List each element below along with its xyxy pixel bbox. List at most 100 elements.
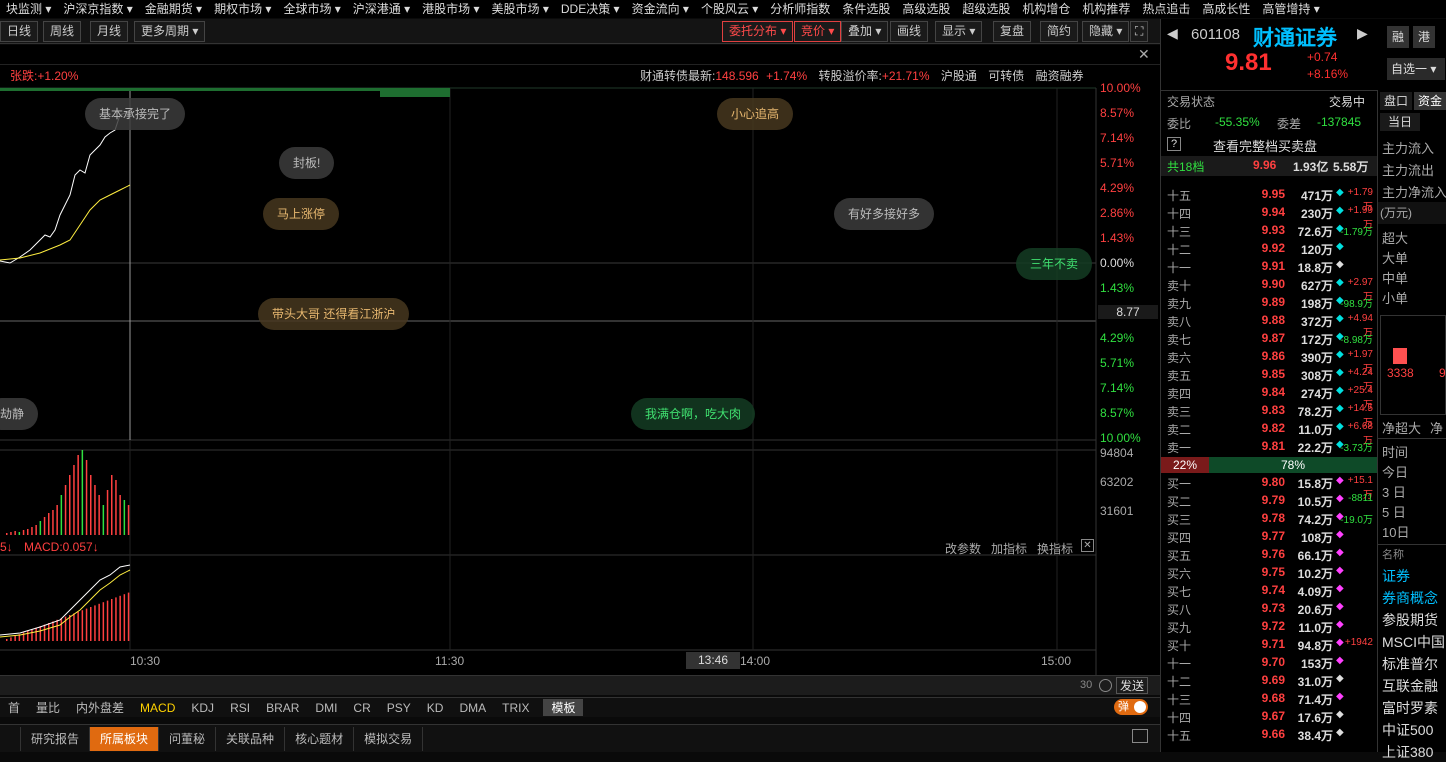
entrust-distribution-button[interactable]: 委托分布 ▾ xyxy=(722,21,794,42)
menu-item[interactable]: 高管增持 ▾ xyxy=(1256,0,1325,18)
month-button[interactable]: 月线 xyxy=(90,21,129,42)
menu-item[interactable]: 超级选股 xyxy=(956,0,1016,18)
orderbook-row[interactable]: 十五 9.95 471万 ◆ +1.79万 xyxy=(1161,187,1377,213)
sector-item[interactable]: 参股期货 xyxy=(1382,610,1438,630)
orderbook-row[interactable]: 买六 9.75 10.2万 ◆ xyxy=(1161,565,1377,583)
orderbook-row[interactable]: 十四 9.67 17.6万 ◆ xyxy=(1161,709,1377,727)
sector-item[interactable]: 标准普尔 xyxy=(1382,654,1438,674)
indicator-tab[interactable]: CR xyxy=(345,701,378,715)
comment-bubble[interactable]: 马上涨停 xyxy=(263,198,340,230)
orderbook-row[interactable]: 十一 9.91 18.8万 ◆ xyxy=(1161,259,1377,277)
indicator-tab[interactable]: DMI xyxy=(307,701,345,715)
orderbook-row[interactable]: 买四 9.77 108万 ◆ xyxy=(1161,529,1377,547)
indicator-tab[interactable]: 模板 xyxy=(543,699,584,716)
close-icon[interactable]: ✕ xyxy=(1138,46,1150,63)
info-tab[interactable]: 核心题材 xyxy=(285,726,355,751)
menu-item[interactable]: 沪深京指数 ▾ xyxy=(57,0,138,18)
sector-item[interactable]: MSCI中国 xyxy=(1382,632,1445,652)
orderbook-row[interactable]: 十四 9.94 230万 ◆ +1.99万 xyxy=(1161,205,1377,231)
orderbook-row[interactable]: 买二 9.79 10.5万 ◆ -8811 xyxy=(1161,493,1377,511)
indicator-tab[interactable]: RSI xyxy=(222,701,258,715)
orderbook-row[interactable]: 买十 9.71 94.8万 ◆ +1942 xyxy=(1161,637,1377,655)
indicator-tab[interactable]: 首 xyxy=(0,699,28,716)
margin-badge[interactable]: 融 xyxy=(1387,26,1409,48)
orderbook-row[interactable]: 买七 9.74 4.09万 ◆ xyxy=(1161,583,1377,601)
menu-item[interactable]: 美股市场 ▾ xyxy=(486,0,555,18)
hk-badge[interactable]: 港 xyxy=(1413,26,1435,48)
orderbook-row[interactable]: 买三 9.78 74.2万 ◆ -19.0万 xyxy=(1161,511,1377,529)
orderbook-row[interactable]: 十五 9.66 38.4万 ◆ xyxy=(1161,727,1377,745)
bid-button[interactable]: 竞价 ▾ xyxy=(794,21,842,42)
help-icon[interactable]: ? xyxy=(1167,137,1181,151)
hgt-link[interactable]: 沪股通 xyxy=(941,69,977,83)
comment-bubble[interactable]: 三年不卖 xyxy=(1016,248,1093,280)
display-button[interactable]: 显示 ▾ xyxy=(935,21,983,42)
prev-stock-icon[interactable]: ◀ xyxy=(1167,25,1178,42)
emoji-icon[interactable] xyxy=(1099,679,1112,692)
sector-item[interactable]: 上证380 xyxy=(1382,742,1433,762)
menu-item[interactable]: 块监测 ▾ xyxy=(0,0,57,18)
orderbook-row[interactable]: 卖七 9.87 172万 ◆ -8.98万 xyxy=(1161,331,1377,349)
menu-item[interactable]: 分析师指数 xyxy=(764,0,836,18)
menu-item[interactable]: 港股市场 ▾ xyxy=(416,0,485,18)
orderbook-row[interactable]: 卖四 9.84 274万 ◆ +25.4万 xyxy=(1161,385,1377,411)
menu-item[interactable]: 条件选股 xyxy=(836,0,896,18)
expand-icon[interactable]: ⛶ xyxy=(1130,21,1149,42)
orderbook-row[interactable]: 卖三 9.83 78.2万 ◆ +14.5万 xyxy=(1161,403,1377,429)
menu-item[interactable]: 机构推荐 xyxy=(1076,0,1136,18)
comment-bubble[interactable]: 封板! xyxy=(279,147,335,179)
info-tab[interactable]: 研究报告 xyxy=(21,726,91,751)
popup-toggle[interactable]: 弹 xyxy=(1114,699,1148,715)
comment-bubble[interactable]: 我满仓啊，吃大肉 xyxy=(631,398,756,430)
view-full-book-link[interactable]: 查看完整档买卖盘 xyxy=(1213,136,1317,155)
orderbook-row[interactable]: 十二 9.69 31.0万 ◆ xyxy=(1161,673,1377,691)
menu-item[interactable]: 热点追击 xyxy=(1136,0,1196,18)
menu-item[interactable]: 高级选股 xyxy=(896,0,956,18)
orderbook-row[interactable]: 卖六 9.86 390万 ◆ +1.97万 xyxy=(1161,349,1377,375)
info-tab[interactable]: 所属板块 xyxy=(90,726,160,751)
orderbook-row[interactable]: 卖八 9.88 372万 ◆ +4.94万 xyxy=(1161,313,1377,339)
indicator-tab[interactable]: KDJ xyxy=(183,701,222,715)
indicator-tab[interactable]: 内外盘差 xyxy=(68,699,132,716)
replay-button[interactable]: 复盘 xyxy=(993,21,1032,42)
orderbook-row[interactable]: 买一 9.80 15.8万 ◆ +15.1万 xyxy=(1161,475,1377,501)
indicator-tab[interactable]: MACD xyxy=(132,701,183,715)
adjust-params-button[interactable]: 改参数 xyxy=(945,540,981,557)
tab-capital[interactable]: 资金 xyxy=(1414,92,1446,110)
menu-item[interactable]: 高成长性 xyxy=(1196,0,1256,18)
sector-item[interactable]: 富时罗素 xyxy=(1382,698,1438,718)
menu-item[interactable]: DDE决策 ▾ xyxy=(555,0,626,18)
orderbook-row[interactable]: 卖九 9.89 198万 ◆ -98.9万 xyxy=(1161,295,1377,313)
indicator-tab[interactable]: KD xyxy=(419,701,452,715)
orderbook-row[interactable]: 卖二 9.82 11.0万 ◆ +6.68万 xyxy=(1161,421,1377,447)
day-button[interactable]: 日线 xyxy=(0,21,39,42)
orderbook-row[interactable]: 卖五 9.85 308万 ◆ +4.24万 xyxy=(1161,367,1377,393)
orderbook-row[interactable]: 卖十 9.90 627万 ◆ +2.97万 xyxy=(1161,277,1377,303)
orderbook-row[interactable]: 十二 9.92 120万 ◆ xyxy=(1161,241,1377,259)
tab-orderbook[interactable]: 盘口 xyxy=(1380,92,1412,110)
tab-today[interactable]: 当日 xyxy=(1380,113,1420,131)
window-icon[interactable] xyxy=(1132,729,1148,743)
orderbook-row[interactable]: 十三 9.68 71.4万 ◆ xyxy=(1161,691,1377,709)
overlay-button[interactable]: 叠加 ▾ xyxy=(841,21,889,42)
indicator-tab[interactable]: BRAR xyxy=(258,701,307,715)
menu-item[interactable]: 金融期货 ▾ xyxy=(139,0,208,18)
hide-button[interactable]: 隐藏 ▾ xyxy=(1082,21,1130,42)
send-button[interactable]: 发送 xyxy=(1116,677,1149,694)
info-tab[interactable]: 关联品种 xyxy=(216,726,286,751)
orderbook-row[interactable]: 买五 9.76 66.1万 ◆ xyxy=(1161,547,1377,565)
comment-bubble[interactable]: 有好多接好多 xyxy=(834,198,935,230)
orderbook-row[interactable]: 买八 9.73 20.6万 ◆ xyxy=(1161,601,1377,619)
menu-item[interactable]: 全球市场 ▾ xyxy=(277,0,346,18)
add-indicator-button[interactable]: 加指标 xyxy=(991,540,1027,557)
next-stock-icon[interactable]: ▶ xyxy=(1357,25,1368,42)
comment-bubble[interactable]: 小心追高 xyxy=(717,98,794,130)
margin-link[interactable]: 融资融券 xyxy=(1036,69,1084,83)
menu-item[interactable]: 资金流向 ▾ xyxy=(626,0,695,18)
draw-line-button[interactable]: 画线 xyxy=(890,21,929,42)
menu-item[interactable]: 机构增仓 xyxy=(1016,0,1076,18)
menu-item[interactable]: 个股风云 ▾ xyxy=(695,0,764,18)
week-button[interactable]: 周线 xyxy=(43,21,82,42)
sector-item[interactable]: 中证500 xyxy=(1382,720,1433,740)
switch-indicator-button[interactable]: 换指标 xyxy=(1037,540,1073,557)
